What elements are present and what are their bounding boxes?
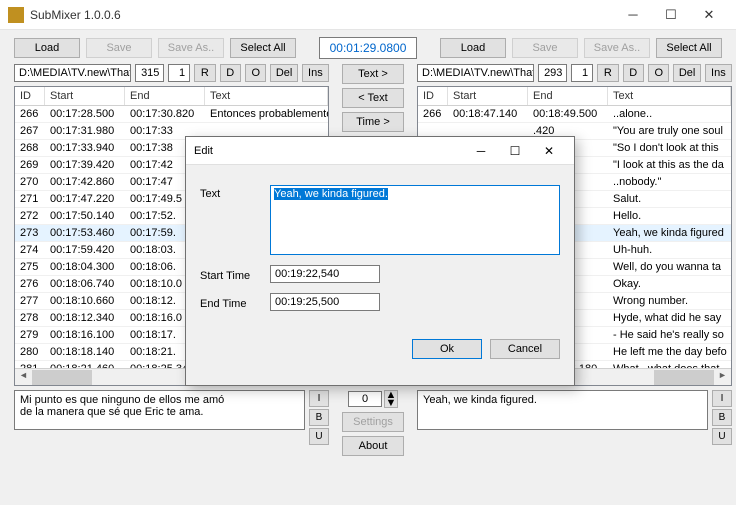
d-button-right[interactable]: D: [623, 64, 644, 82]
th-id[interactable]: ID: [15, 87, 45, 105]
bold-button-right[interactable]: B: [712, 409, 732, 426]
dialog-maximize-button[interactable]: ☐: [498, 139, 532, 163]
toolbar: Load Save Save As.. Select All 00:01:29.…: [0, 30, 736, 64]
path-right[interactable]: D:\MEDIA\TV.new\That: [417, 64, 534, 82]
timecode-display[interactable]: 00:01:29.0800: [319, 37, 417, 59]
del-button-left[interactable]: Del: [270, 64, 297, 82]
th-start[interactable]: Start: [45, 87, 125, 105]
ins-button-right[interactable]: Ins: [705, 64, 732, 82]
dialog-end-input[interactable]: [270, 293, 380, 311]
about-button[interactable]: About: [342, 436, 404, 456]
dialog-ok-button[interactable]: Ok: [412, 339, 482, 359]
scroll-left-icon[interactable]: ◄: [15, 370, 32, 385]
titlebar: SubMixer 1.0.0.6 ─ ☐ ✕: [0, 0, 736, 30]
del-button-right[interactable]: Del: [673, 64, 700, 82]
maximize-button[interactable]: ☐: [652, 1, 690, 29]
dialog-end-label: End Time: [200, 295, 258, 310]
bold-button-left[interactable]: B: [309, 409, 329, 426]
ins-button-left[interactable]: Ins: [302, 64, 329, 82]
italic-button-right[interactable]: I: [712, 390, 732, 407]
saveas-button-right: Save As..: [584, 38, 650, 58]
settings-button: Settings: [342, 412, 404, 432]
offset-input[interactable]: [348, 391, 382, 407]
dialog-cancel-button[interactable]: Cancel: [490, 339, 560, 359]
save-button-left: Save: [86, 38, 152, 58]
th-text[interactable]: Text: [205, 87, 328, 105]
underline-button-left[interactable]: U: [309, 428, 329, 445]
preview-left[interactable]: Mi punto es que ninguno de ellos me amó …: [14, 390, 305, 430]
preview-right[interactable]: Yeah, we kinda figured.: [417, 390, 708, 430]
count-left: 315: [135, 64, 164, 82]
dialog-text-input[interactable]: Yeah, we kinda figured.: [270, 185, 560, 255]
table-row[interactable]: 26600:17:28.50000:17:30.820Entonces prob…: [15, 106, 328, 123]
pos-left[interactable]: 1: [168, 64, 190, 82]
pos-right[interactable]: 1: [571, 64, 593, 82]
app-icon: [8, 7, 24, 23]
th-id-r[interactable]: ID: [418, 87, 448, 105]
dialog-start-label: Start Time: [200, 267, 258, 282]
count-right: 293: [538, 64, 567, 82]
d-button-left[interactable]: D: [220, 64, 241, 82]
offset-spinner[interactable]: ▲▼: [348, 390, 398, 408]
edit-dialog: Edit ─ ☐ ✕ Text Yeah, we kinda figured. …: [185, 136, 575, 386]
scroll-right-icon[interactable]: ►: [714, 370, 731, 385]
time-forward-button[interactable]: Time >: [342, 112, 404, 132]
spin-down-icon[interactable]: ▼: [385, 399, 397, 407]
italic-button-left[interactable]: I: [309, 390, 329, 407]
o-button-left[interactable]: O: [245, 64, 266, 82]
text-back-button[interactable]: < Text: [342, 88, 404, 108]
dialog-close-button[interactable]: ✕: [532, 139, 566, 163]
window-title: SubMixer 1.0.0.6: [30, 8, 614, 22]
th-end[interactable]: End: [125, 87, 205, 105]
load-button-left[interactable]: Load: [14, 38, 80, 58]
load-button-right[interactable]: Load: [440, 38, 506, 58]
r-button-right[interactable]: R: [597, 64, 618, 82]
dialog-minimize-button[interactable]: ─: [464, 139, 498, 163]
dialog-title: Edit: [194, 145, 213, 157]
o-button-right[interactable]: O: [648, 64, 669, 82]
path-left[interactable]: D:\MEDIA\TV.new\That 7: [14, 64, 131, 82]
dialog-start-input[interactable]: [270, 265, 380, 283]
selectall-button-left[interactable]: Select All: [230, 38, 296, 58]
selectall-button-right[interactable]: Select All: [656, 38, 722, 58]
underline-button-right[interactable]: U: [712, 428, 732, 445]
saveas-button-left: Save As..: [158, 38, 224, 58]
minimize-button[interactable]: ─: [614, 1, 652, 29]
text-forward-button[interactable]: Text >: [342, 64, 404, 84]
close-button[interactable]: ✕: [690, 1, 728, 29]
table-row[interactable]: 26600:18:47.14000:18:49.500..alone..: [418, 106, 731, 123]
dialog-text-label: Text: [200, 185, 258, 200]
save-button-right: Save: [512, 38, 578, 58]
r-button-left[interactable]: R: [194, 64, 215, 82]
th-start-r[interactable]: Start: [448, 87, 528, 105]
th-end-r[interactable]: End: [528, 87, 608, 105]
th-text-r[interactable]: Text: [608, 87, 731, 105]
